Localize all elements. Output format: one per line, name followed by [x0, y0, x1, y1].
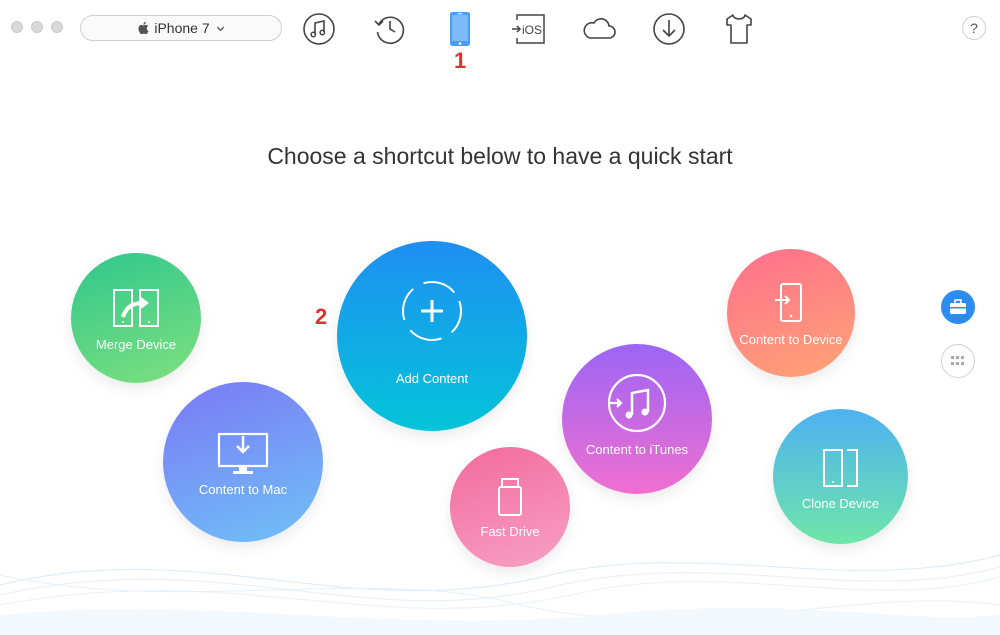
- toolbar: iPhone 7 iOS ?: [0, 0, 1000, 58]
- content-to-device-button[interactable]: Content to Device: [727, 249, 855, 377]
- merge-device-button[interactable]: Merge Device: [71, 253, 201, 383]
- content-to-mac-button[interactable]: Content to Mac: [163, 382, 323, 542]
- tab-history[interactable]: [371, 10, 409, 48]
- merge-device-icon: [113, 289, 159, 327]
- page-heading: Choose a shortcut below to have a quick …: [267, 143, 733, 169]
- tab-audio[interactable]: [300, 10, 338, 48]
- app-window: iPhone 7 iOS ? 1 2 Choose a shortcut bel…: [0, 0, 1000, 635]
- iphone-icon: [450, 12, 470, 46]
- itunes-transfer-icon: [607, 373, 667, 433]
- annotation-marker-1: 1: [454, 48, 467, 73]
- monitor-download-icon: [217, 432, 269, 474]
- cloud-icon: [583, 18, 616, 39]
- window-minimize-button[interactable]: [31, 21, 43, 33]
- toolbox-icon: [950, 299, 966, 314]
- annotation-marker-2: 2: [315, 304, 328, 329]
- content-to-mac-label: Content to Mac: [198, 482, 288, 497]
- merge-device-label: Merge Device: [95, 337, 177, 352]
- device-selector[interactable]: iPhone 7: [80, 15, 282, 41]
- chevron-down-icon: [216, 26, 224, 31]
- help-button[interactable]: ?: [962, 16, 986, 40]
- ios-label: iOS: [522, 23, 542, 37]
- grid-icon: [951, 356, 964, 365]
- history-icon: [374, 16, 405, 45]
- tab-ios-transfer[interactable]: iOS: [510, 10, 548, 48]
- device-name: iPhone 7: [154, 20, 210, 36]
- tab-device[interactable]: [441, 10, 479, 48]
- fast-drive-button[interactable]: Fast Drive: [450, 447, 570, 567]
- music-note-icon: [303, 13, 335, 45]
- add-content-label: Add Content: [395, 371, 469, 386]
- content-to-device-label: Content to Device: [739, 332, 843, 347]
- add-content-icon: [402, 281, 462, 341]
- window-zoom-button[interactable]: [51, 21, 63, 33]
- ios-transfer-icon: iOS: [512, 14, 545, 44]
- content-to-itunes-label: Content to iTunes: [585, 442, 689, 457]
- clone-device-icon: [823, 449, 858, 487]
- content-to-itunes-button[interactable]: Content to iTunes: [562, 344, 712, 494]
- window-close-button[interactable]: [11, 21, 23, 33]
- fast-drive-label: Fast Drive: [480, 524, 540, 539]
- shirt-icon: [726, 14, 752, 44]
- usb-drive-icon: [498, 478, 522, 516]
- phone-import-icon: [775, 283, 802, 322]
- category-grid-button[interactable]: [941, 344, 975, 378]
- add-content-button[interactable]: Add Content: [337, 241, 527, 431]
- toolkit-button[interactable]: [941, 290, 975, 324]
- tab-downloader[interactable]: [650, 10, 688, 48]
- tab-icloud[interactable]: [580, 10, 618, 48]
- download-icon: [653, 13, 685, 45]
- tab-theme[interactable]: [720, 10, 758, 48]
- clone-device-label: Clone Device: [801, 496, 880, 511]
- clone-device-button[interactable]: Clone Device: [773, 409, 908, 544]
- apple-logo-icon: [138, 21, 149, 35]
